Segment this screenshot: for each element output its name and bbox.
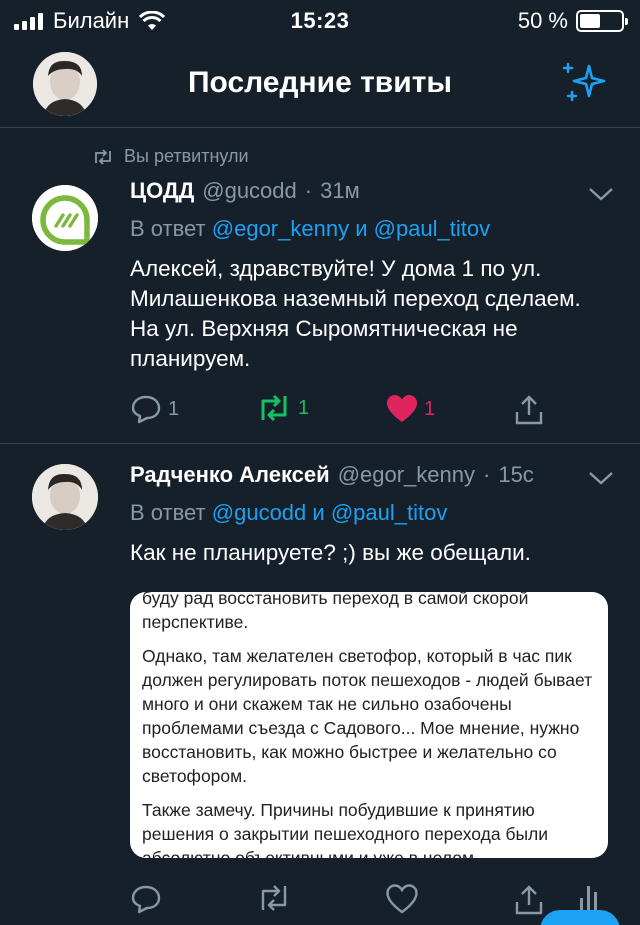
separator: · — [483, 462, 491, 487]
tweet-text: Алексей, здравствуйте! У дома 1 по ул. М… — [130, 256, 581, 371]
tweet-time: 15с — [498, 462, 534, 487]
separator: · — [304, 178, 313, 203]
like-button[interactable]: 1 — [386, 394, 435, 424]
retweet-icon — [261, 394, 287, 422]
mention-link[interactable]: @paul_titov — [331, 500, 448, 525]
heart-filled-icon — [387, 395, 417, 422]
share-button[interactable] — [514, 394, 544, 426]
mention-and: и — [312, 500, 325, 525]
share-icon — [515, 395, 543, 425]
reply-button[interactable] — [130, 884, 162, 914]
like-button[interactable] — [386, 884, 418, 914]
analytics-icon[interactable] — [580, 886, 597, 912]
sparkle-icon[interactable] — [560, 58, 610, 108]
heart-icon — [386, 884, 418, 914]
retweet-context: Вы ретвитнули — [92, 146, 249, 167]
status-bar: Билайн 15:23 50 % — [0, 0, 640, 40]
reply-icon — [131, 885, 161, 914]
top-header: Последние твиты — [0, 42, 640, 128]
mention-link[interactable]: @gucodd — [212, 500, 307, 525]
avatar[interactable] — [32, 464, 98, 530]
reply-button[interactable]: 1 — [130, 394, 179, 424]
tweet-card[interactable]: Радченко Алексей @egor_kenny · 15с В отв… — [0, 446, 640, 925]
tweet-actions: 1 1 1 — [130, 394, 610, 428]
battery-label: 50 % — [517, 8, 568, 33]
mention-and: и — [355, 216, 368, 241]
tweet-header: Радченко Алексей @egor_kenny · 15с — [130, 462, 534, 488]
share-icon — [515, 885, 543, 915]
author-name[interactable]: ЦОДД — [130, 178, 194, 204]
mention-link[interactable]: @egor_kenny — [212, 216, 349, 241]
tweet-actions — [130, 884, 610, 918]
like-count: 1 — [424, 397, 436, 420]
chevron-down-icon[interactable] — [588, 186, 614, 202]
reply-prefix: В ответ — [130, 216, 206, 241]
retweet-button[interactable]: 1 — [256, 394, 309, 422]
embedded-image[interactable]: буду рад восстановить переход в самой ск… — [130, 592, 608, 858]
reply-context: В ответ @egor_kenny и @paul_titov — [130, 216, 490, 242]
reply-context: В ответ @gucodd и @paul_titov — [130, 500, 447, 526]
page-title: Последние твиты — [187, 66, 453, 99]
author-handle[interactable]: @egor_kenny — [338, 462, 475, 488]
author-handle[interactable]: @gucodd — [202, 178, 297, 204]
retweet-icon — [261, 885, 287, 911]
retweet-count: 1 — [298, 396, 310, 419]
tweet-time: 31м — [320, 178, 360, 203]
embed-paragraph: буду рад восстановить переход в самой ск… — [142, 592, 529, 632]
retweet-button[interactable] — [256, 884, 292, 912]
reply-count: 1 — [168, 397, 180, 420]
share-button[interactable] — [514, 884, 544, 916]
reply-prefix: В ответ — [130, 500, 206, 525]
author-name[interactable]: Радченко Алексей — [130, 462, 330, 488]
tweet-text: Как не планируете? ;) вы же обещали. — [130, 540, 531, 565]
embed-paragraph: Однако, там желателен светофор, который … — [142, 646, 593, 786]
avatar[interactable] — [32, 185, 98, 251]
status-right: 50 % — [517, 8, 628, 34]
chevron-down-icon[interactable] — [588, 470, 614, 486]
tweet-header: ЦОДД @gucodd · 31м — [130, 178, 360, 204]
retweet-small-icon — [95, 148, 111, 165]
compose-button[interactable] — [540, 910, 620, 925]
tweet-card[interactable]: Вы ретвитнули ЦОДД @gucodd · 31м В ответ… — [0, 130, 640, 444]
reply-icon — [131, 395, 161, 424]
retweet-label: Вы ретвитнули — [124, 146, 249, 166]
embed-paragraph: Также замечу. Причины побудившие к приня… — [142, 800, 549, 858]
battery-icon — [576, 10, 628, 32]
mention-link[interactable]: @paul_titov — [374, 216, 491, 241]
